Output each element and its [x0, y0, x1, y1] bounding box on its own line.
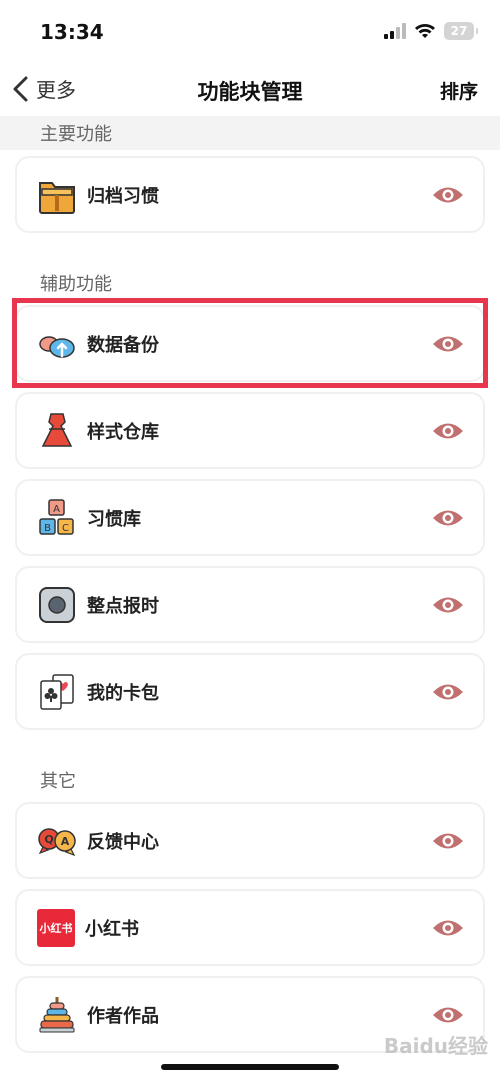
list-item-label: 作者作品 [87, 1005, 159, 1027]
nav-bar: 更多 功能块管理 排序 [0, 62, 500, 116]
page-title: 功能块管理 [197, 80, 303, 104]
list-item-label: 小红书 [85, 918, 139, 940]
eye-icon[interactable] [431, 420, 465, 442]
section-header-other: 其它 [40, 771, 76, 792]
abc-blocks-icon: A B C [37, 498, 77, 538]
list-item-label: 习惯库 [87, 508, 141, 530]
eye-icon[interactable] [431, 507, 465, 529]
eye-icon[interactable] [431, 681, 465, 703]
qa-bubbles-icon: Q A [37, 821, 77, 861]
status-bar: 13:34 27 [0, 0, 500, 62]
list-item-label: 样式仓库 [87, 421, 159, 443]
list-item-feedback[interactable]: Q A 反馈中心 [15, 802, 485, 879]
ring-stack-icon [37, 995, 77, 1035]
eye-icon[interactable] [431, 830, 465, 852]
eye-icon[interactable] [431, 917, 465, 939]
section-header-main: 主要功能 [0, 116, 500, 150]
svg-text:B: B [44, 523, 51, 534]
list-item-chime[interactable]: 整点报时 [15, 566, 485, 643]
xhs-logo-text: 小红书 [39, 921, 73, 935]
list-item-archive[interactable]: 归档习惯 [15, 156, 485, 233]
svg-text:A: A [53, 504, 60, 515]
watermark: Baidu经验 [383, 1034, 488, 1058]
square-button-icon [37, 585, 77, 625]
status-time: 13:34 [40, 20, 104, 44]
battery-icon: 27 [444, 22, 478, 40]
status-icons: 27 [384, 20, 478, 42]
eye-icon[interactable] [431, 594, 465, 616]
signal-icon [384, 23, 406, 39]
folder-icon [37, 175, 77, 215]
list-item-label: 归档习惯 [87, 185, 159, 207]
list-item-label: 反馈中心 [87, 831, 159, 853]
list-item-cards[interactable]: 我的卡包 [15, 653, 485, 730]
svg-text:C: C [62, 523, 69, 534]
list-item-habits[interactable]: A B C 习惯库 [15, 479, 485, 556]
svg-text:A: A [61, 835, 70, 848]
eye-icon[interactable] [431, 184, 465, 206]
svg-text:Q: Q [44, 833, 53, 846]
wifi-icon [415, 24, 435, 38]
section-header-aux: 辅助功能 [40, 274, 112, 295]
battery-level: 27 [450, 24, 468, 38]
xiaohongshu-logo-icon: 小红书 [37, 908, 75, 947]
playing-cards-icon [37, 672, 77, 712]
sort-button[interactable]: 排序 [440, 77, 478, 104]
home-indicator[interactable] [161, 1064, 339, 1070]
list-item-xhs[interactable]: 小红书 小红书 [15, 889, 485, 966]
eye-icon[interactable] [431, 1004, 465, 1026]
list-item-style[interactable]: 样式仓库 [15, 392, 485, 469]
list-item-label: 整点报时 [87, 595, 159, 617]
list-item-label: 我的卡包 [87, 682, 159, 704]
dress-icon [37, 411, 77, 451]
highlight-frame [12, 298, 488, 388]
